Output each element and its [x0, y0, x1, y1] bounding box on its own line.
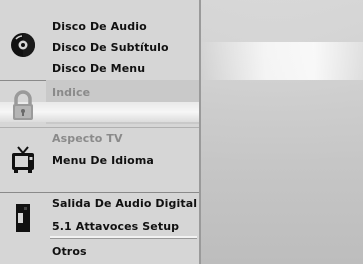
menu-item-disc-audio[interactable]: Disco De Audio: [52, 20, 147, 33]
menu-item-others[interactable]: Otros: [52, 245, 87, 258]
tv-settings-group: Aspecto TV Menu De Idioma: [0, 128, 199, 190]
setup-menu-panel: Disco De Audio Disco De Subtítulo Disco …: [0, 0, 201, 264]
menu-item-speaker-setup[interactable]: 5.1 Attavoces Setup: [52, 220, 179, 233]
disc-settings-group: Disco De Audio Disco De Subtítulo Disco …: [0, 0, 199, 80]
menu-item-disc-menu[interactable]: Disco De Menu: [52, 62, 145, 75]
menu-item-digital-audio-output[interactable]: Salida De Audio Digital: [52, 197, 197, 210]
disc-icon: [0, 26, 46, 64]
menu-item-rating[interactable]: Indice: [52, 86, 90, 99]
menu-item-tv-aspect[interactable]: Aspecto TV: [52, 132, 123, 145]
tv-icon: [0, 140, 46, 180]
menu-item-disc-subtitle[interactable]: Disco De Subtítulo: [52, 41, 169, 54]
output-settings-group: Salida De Audio Digital 5.1 Attavoces Se…: [0, 192, 199, 264]
padlock-icon: [0, 86, 46, 126]
menu-item-menu-language[interactable]: Menu De Idioma: [52, 154, 154, 167]
speaker-icon: [0, 198, 46, 238]
item-divider: [50, 236, 197, 239]
